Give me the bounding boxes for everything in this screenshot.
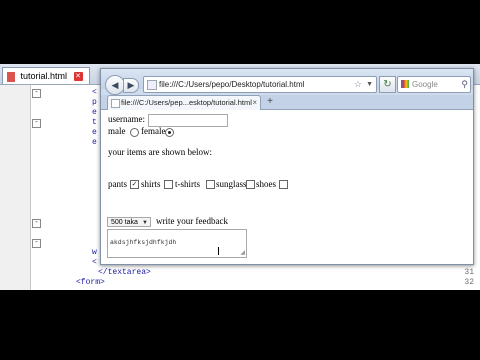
item-shirts-label: shirts [141,179,161,189]
browser-tab-strip: file:///C:/Users/pep...esktop/tutorial.h… [101,95,473,110]
close-icon[interactable]: ✕ [73,72,83,82]
fold-toggle-icon[interactable]: - [32,89,41,98]
dropdown-arrow-icon[interactable]: ▼ [366,77,373,92]
reload-icon: ↻ [383,79,392,90]
item-sunglass-checkbox[interactable] [246,180,255,189]
username-label: username: [108,114,145,124]
code-line[interactable]: </textarea> [98,268,151,278]
search-icon[interactable]: ⚲ [461,77,468,92]
browser-window: ◀ ▶ file:///C:/Users/pepo/Desktop/tutori… [100,68,474,265]
code-line[interactable]: e [92,138,97,148]
code-line[interactable]: e [92,128,97,138]
reload-button[interactable]: ↻ [379,76,396,93]
back-arrow-icon: ◀ [111,80,119,90]
forward-arrow-icon: ▶ [127,80,135,90]
close-icon[interactable]: × [252,96,257,110]
code-line[interactable]: < [92,88,97,98]
letterbox-bottom [0,290,480,360]
browser-tab[interactable]: file:///C:/Users/pep...esktop/tutorial.h… [107,95,261,110]
code-line[interactable]: w [92,248,97,258]
html-file-icon [7,71,15,82]
code-line[interactable]: t [92,118,97,128]
gender-female-radio[interactable] [165,128,174,137]
line-number: 32 [464,278,474,287]
editor-tab-label: tutorial.html [20,71,68,81]
code-line[interactable]: e [92,108,97,118]
screen: tutorial.html ✕ 13-<14p15e16-t17e18e1920… [0,0,480,360]
browser-nav-toolbar: ◀ ▶ file:///C:/Users/pepo/Desktop/tutori… [101,73,473,97]
item-shirts-checkbox[interactable] [164,180,173,189]
search-engine-label: Google [412,80,438,89]
fold-toggle-icon[interactable]: - [32,239,41,248]
line-number-gutter [0,85,31,290]
browser-tab-label: file:///C:/Users/pep...esktop/tutorial.h… [121,98,252,107]
code-line[interactable]: < [92,258,97,268]
forward-button[interactable]: ▶ [123,78,139,93]
page-content: username: male female your items are sho… [101,110,473,264]
item-shoes-checkbox[interactable] [279,180,288,189]
item-pants-checkbox[interactable]: ✓ [130,180,139,189]
search-bar[interactable]: Google ⚲ [397,76,471,93]
gender-female-label: female [141,126,166,136]
fold-toggle-icon[interactable]: - [32,219,41,228]
item-tshirts-checkbox[interactable] [206,180,215,189]
star-icon[interactable]: ☆ [354,77,362,92]
item-tshirts-label: t-shirts [175,179,201,189]
new-tab-button[interactable]: + [263,95,277,109]
item-shoes-label: shoes [256,179,276,189]
letterbox-top [0,0,480,64]
editor-tab[interactable]: tutorial.html ✕ [2,67,90,84]
page-favicon-icon [147,80,157,90]
fold-toggle-icon[interactable]: - [32,119,41,128]
line-number: 31 [464,268,474,277]
gender-male-radio[interactable] [130,128,139,137]
url-bar[interactable]: file:///C:/Users/pepo/Desktop/tutorial.h… [143,76,377,93]
tab-favicon-icon [111,99,120,108]
code-line[interactable]: p [92,98,97,108]
items-heading: your items are shown below: [108,147,212,157]
search-engine-logo-icon [401,80,409,88]
gender-male-label: male [108,126,126,136]
item-pants-label: pants [108,179,127,189]
url-text: file:///C:/Users/pepo/Desktop/tutorial.h… [159,80,305,89]
back-button[interactable]: ◀ [105,75,125,95]
code-line[interactable]: <form> [76,278,105,288]
item-sunglass-label: sunglass [216,179,247,189]
